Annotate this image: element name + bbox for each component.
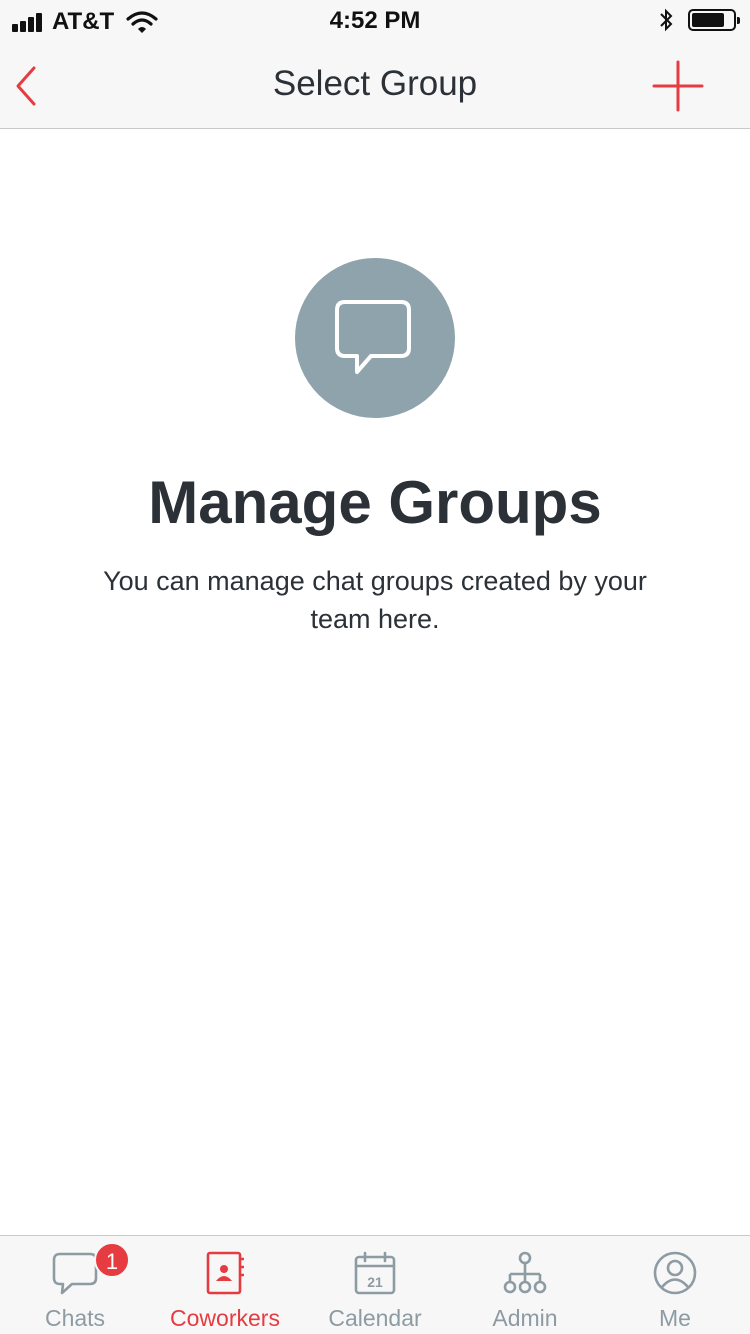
chat-bubble-icon [335, 300, 411, 374]
tab-coworkers[interactable]: Coworkers [150, 1236, 300, 1334]
empty-state-title: Manage Groups [148, 469, 602, 536]
tab-label: Calendar [328, 1305, 422, 1331]
tab-me[interactable]: Me [600, 1236, 750, 1334]
tab-bar: 1 Chats Coworkers 21 Calendar Admin Me [0, 1235, 750, 1334]
profile-icon [653, 1251, 697, 1295]
org-chart-icon [503, 1251, 547, 1294]
empty-state-description: You can manage chat groups created by yo… [103, 566, 647, 634]
chat-icon [52, 1252, 98, 1295]
tab-label: Admin [492, 1305, 558, 1331]
contacts-icon [206, 1251, 244, 1295]
status-bar: AT&T 4:52 PM [0, 0, 750, 40]
battery-icon [688, 9, 740, 31]
plus-icon [652, 60, 704, 112]
status-right [658, 8, 740, 32]
empty-state-icon [295, 258, 455, 418]
page-title: Select Group [272, 64, 478, 103]
status-time: 4:52 PM [329, 7, 421, 34]
calendar-icon: 21 [354, 1251, 396, 1295]
navigation-bar: Select Group [0, 40, 750, 129]
battery-fill [692, 13, 724, 27]
tab-calendar[interactable]: 21 Calendar [300, 1236, 450, 1334]
bluetooth-icon [660, 8, 673, 32]
tab-label: Me [659, 1305, 691, 1331]
tab-chats[interactable]: 1 Chats [0, 1236, 150, 1334]
unread-badge: 1 [94, 1242, 130, 1278]
tab-admin[interactable]: Admin [450, 1236, 600, 1334]
add-group-button[interactable] [650, 58, 706, 114]
tab-label: Coworkers [170, 1305, 280, 1331]
calendar-day-text: 21 [367, 1274, 383, 1290]
screen: AT&T 4:52 PM Select Group Manage Groups … [0, 0, 750, 1334]
tab-label: Chats [44, 1305, 106, 1331]
